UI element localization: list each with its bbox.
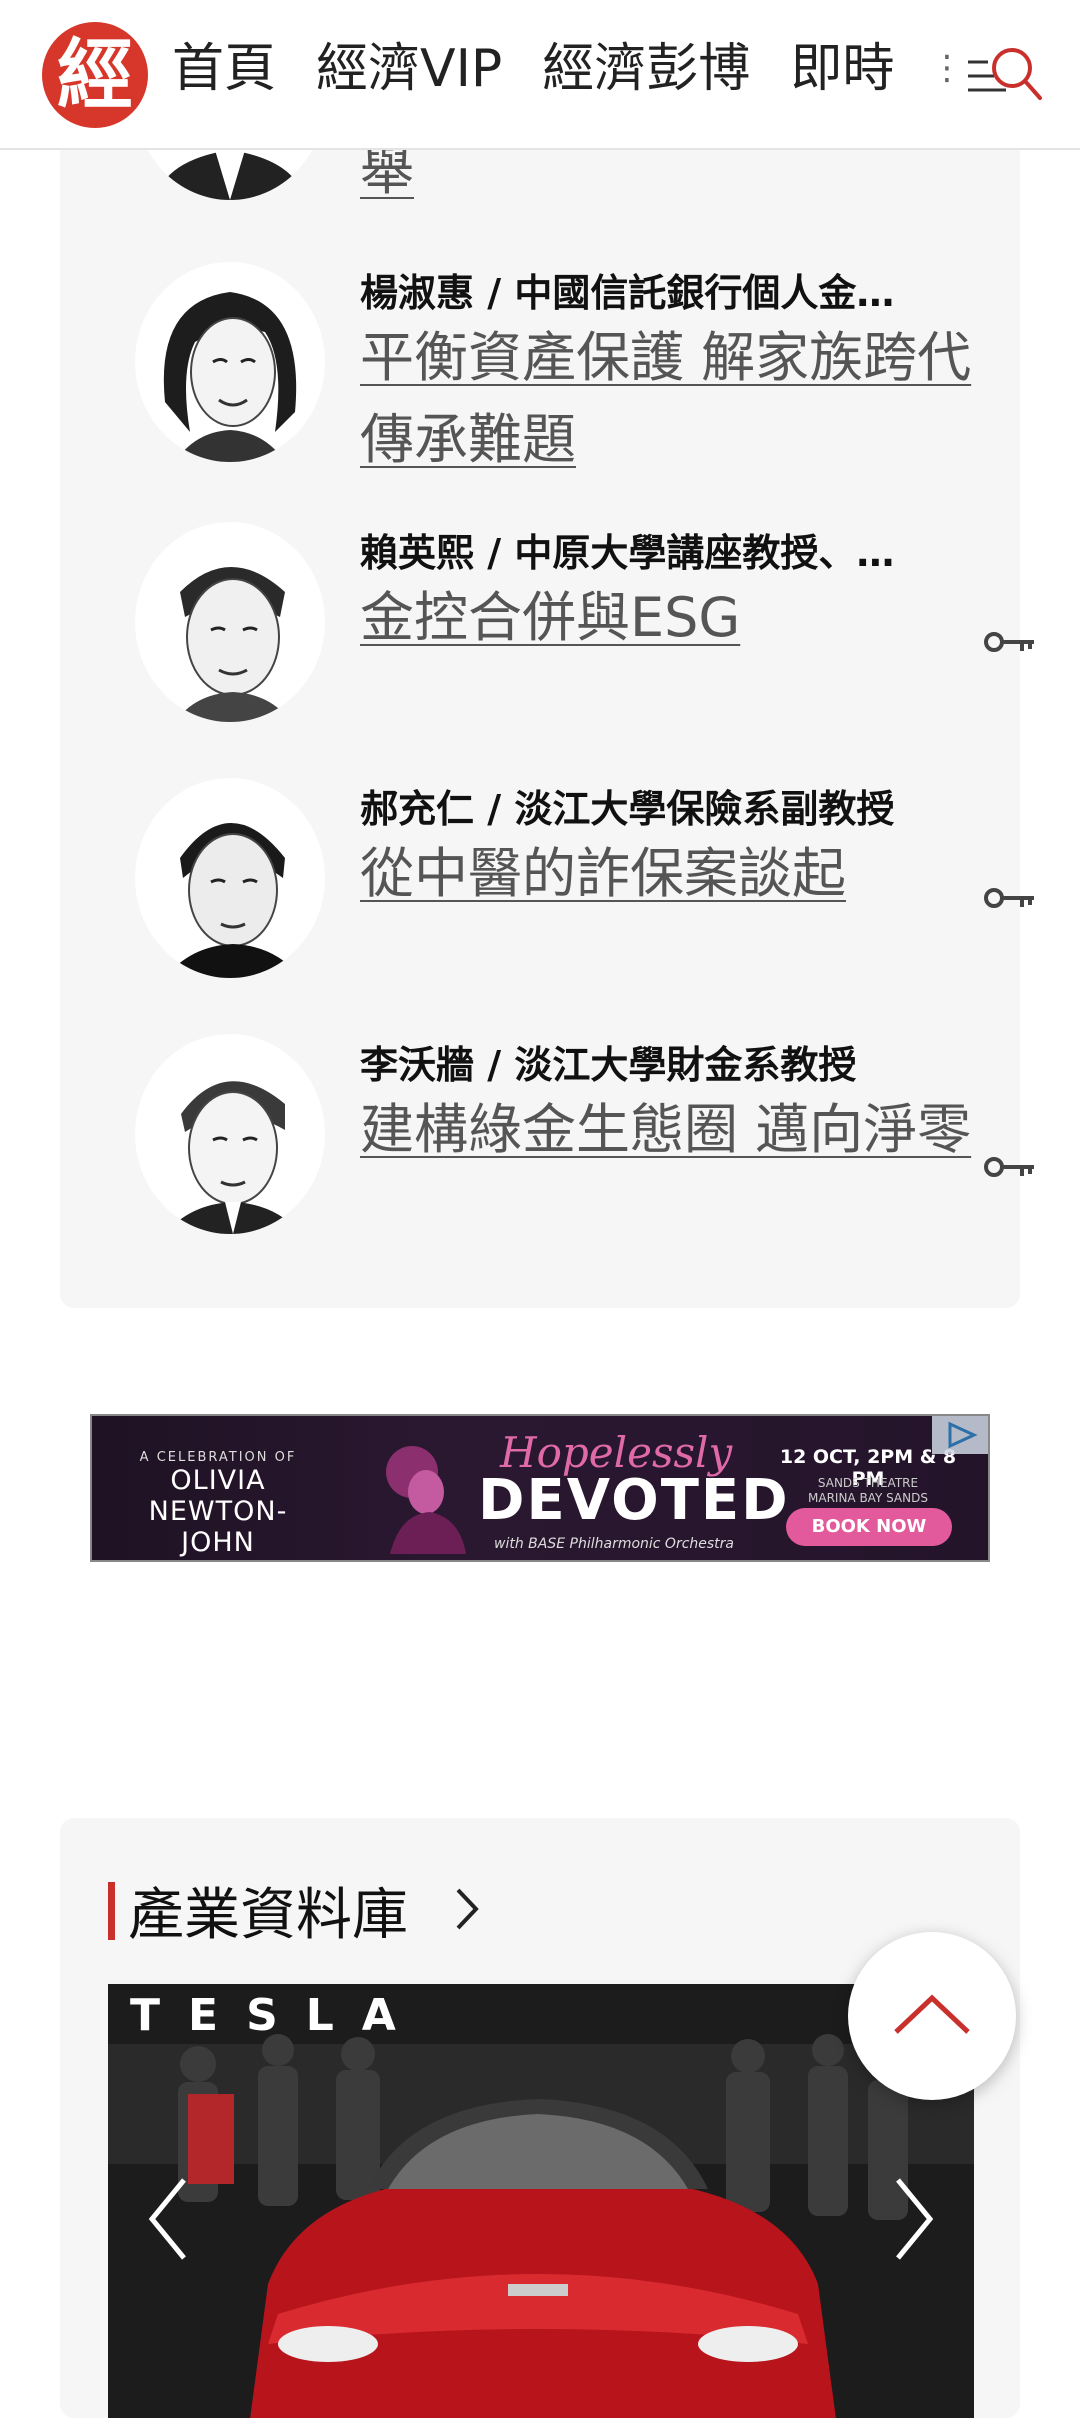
ad-headline: DEVOTED bbox=[478, 1468, 790, 1533]
ad-venue-line1: SANDS THEATRE bbox=[817, 1476, 919, 1490]
columnist-avatar bbox=[135, 522, 325, 722]
carousel-prev-icon[interactable] bbox=[144, 2174, 194, 2264]
columnist-avatar bbox=[135, 1034, 325, 1234]
site-logo[interactable]: 經 bbox=[42, 22, 148, 128]
nav-more-indicator: ⋮ bbox=[930, 48, 964, 88]
columnist-item[interactable]: 賴英熙 / 中原大學講座教授、… 金控合併與ESG bbox=[120, 522, 1034, 742]
ad-venue: SANDS THEATRE MARINA BAY SANDS bbox=[788, 1476, 948, 1506]
ad-artist-block: A CELEBRATION OF OLIVIA NEWTON-JOHN bbox=[118, 1450, 318, 1558]
columnist-name: 李沃牆 / 淡江大學財金系教授 bbox=[360, 1043, 857, 1087]
columnist-name: 賴英熙 / 中原大學講座教授、… bbox=[360, 531, 895, 575]
columnist-item[interactable]: 楊淑惠 / 中國信託銀行個人金… 平衡資產保護 解家族跨代傳承難題 bbox=[120, 262, 971, 482]
columnist-avatar bbox=[135, 262, 325, 462]
section-title[interactable]: 產業資料庫 bbox=[128, 1870, 408, 1951]
nav-vip[interactable]: 經濟VIP bbox=[316, 26, 502, 101]
key-icon bbox=[984, 888, 1034, 908]
ad-small-text: A CELEBRATION OF bbox=[139, 1450, 297, 1465]
columnist-article-title[interactable]: 平衡資產保護 解家族跨代傳承難題 bbox=[360, 317, 980, 481]
chevron-up-icon bbox=[894, 1994, 970, 2034]
key-icon bbox=[984, 1157, 1034, 1177]
scroll-to-top-button[interactable] bbox=[848, 1932, 1016, 2100]
industry-database-section: 產業資料庫 TESLA bbox=[60, 1818, 1020, 2418]
nav-home[interactable]: 首頁 bbox=[172, 26, 276, 101]
ad-banner[interactable]: A CELEBRATION OF OLIVIA NEWTON-JOHN Hope… bbox=[90, 1414, 990, 1562]
columnist-item[interactable]: 郝充仁 / 淡江大學保險系副教授 從中醫的詐保案談起 bbox=[120, 778, 1034, 998]
nav-realtime[interactable]: 即時 bbox=[790, 26, 894, 101]
ad-subline: with BASE Philharmonic Orchestra bbox=[494, 1536, 735, 1552]
industry-carousel[interactable]: TESLA bbox=[108, 1984, 974, 2418]
ad-figure-image bbox=[386, 1446, 466, 1554]
ad-book-now-button[interactable]: BOOK NOW bbox=[786, 1508, 952, 1546]
section-accent-bar bbox=[108, 1882, 115, 1940]
columnist-name: 郝充仁 / 淡江大學保險系副教授 bbox=[360, 787, 895, 831]
ad-artist-line1: OLIVIA bbox=[170, 1465, 266, 1496]
columnist-article-title[interactable]: 建構綠金生態圈 邁向淨零 bbox=[360, 1089, 980, 1171]
chevron-right-icon[interactable] bbox=[452, 1884, 482, 1934]
top-nav: 首頁 經濟VIP 經濟彭博 即時 bbox=[172, 30, 934, 99]
tesla-car-photo bbox=[108, 1984, 974, 2418]
site-header: 經 首頁 經濟VIP 經濟彭博 即時 ⋮ bbox=[0, 0, 1080, 150]
menu-search-icon[interactable] bbox=[966, 40, 1046, 110]
columnist-name: 楊淑惠 / 中國信託銀行個人金… bbox=[360, 271, 895, 315]
tesla-brand-text: TESLA bbox=[130, 1990, 424, 2041]
nav-bloomberg[interactable]: 經濟彭博 bbox=[542, 26, 750, 101]
columnist-article-title[interactable]: 金控合併與ESG bbox=[360, 577, 980, 659]
columnist-item[interactable]: 李沃牆 / 淡江大學財金系教授 建構綠金生態圈 邁向淨零 bbox=[120, 1034, 1034, 1254]
ad-artist-line2: NEWTON-JOHN bbox=[148, 1496, 288, 1558]
columnist-avatar bbox=[135, 778, 325, 978]
carousel-next-icon[interactable] bbox=[888, 2174, 938, 2264]
ad-venue-line2: MARINA BAY SANDS bbox=[808, 1491, 928, 1505]
adchoices-icon[interactable] bbox=[932, 1416, 988, 1454]
columnist-article-title[interactable]: 從中醫的詐保案談起 bbox=[360, 833, 980, 915]
key-icon bbox=[984, 632, 1034, 652]
